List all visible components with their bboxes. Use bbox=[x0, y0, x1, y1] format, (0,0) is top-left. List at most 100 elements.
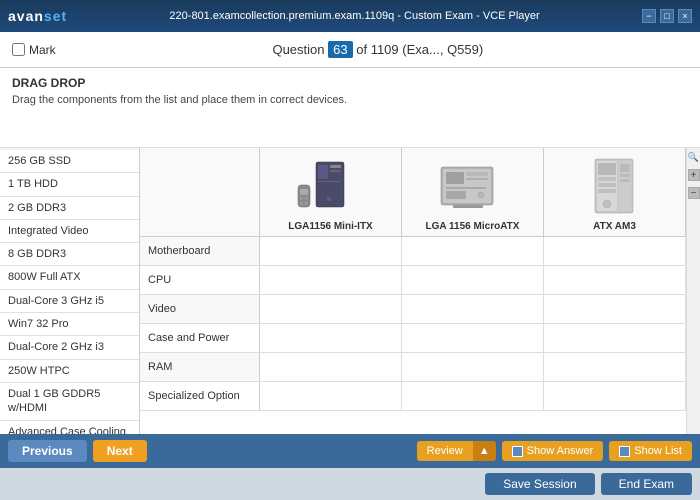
bottom-nav-bar: Previous Next Review ▲ Show Answer Show … bbox=[0, 434, 700, 468]
grid-container: LGA1156 Mini-ITX bbox=[140, 148, 686, 434]
pc-column-atx-am3: ATX AM3 bbox=[544, 148, 686, 236]
component-item[interactable]: 2 GB DDR3 bbox=[0, 197, 139, 220]
end-exam-button[interactable]: End Exam bbox=[601, 473, 692, 495]
component-item[interactable]: 250W HTPC bbox=[0, 360, 139, 383]
component-item[interactable]: 256 GB SSD bbox=[0, 150, 139, 173]
cell-case-micro-atx[interactable] bbox=[402, 324, 544, 352]
grid-row-motherboard: Motherboard bbox=[140, 237, 686, 266]
window-title: 220-801.examcollection.premium.exam.1109… bbox=[67, 10, 642, 22]
cell-case-atx-am3[interactable] bbox=[544, 324, 686, 352]
cell-cpu-mini-itx[interactable] bbox=[260, 266, 402, 294]
row-label-ram: RAM bbox=[140, 353, 260, 381]
window-controls[interactable]: − □ × bbox=[642, 9, 692, 23]
mark-checkbox[interactable] bbox=[12, 43, 25, 56]
save-session-button[interactable]: Save Session bbox=[485, 473, 594, 495]
show-answer-label: Show Answer bbox=[527, 445, 594, 457]
title-bar: avanset 220-801.examcollection.premium.e… bbox=[0, 0, 700, 32]
row-label-specialized: Specialized Option bbox=[140, 382, 260, 410]
component-item[interactable]: Integrated Video bbox=[0, 220, 139, 243]
cell-ram-atx-am3[interactable] bbox=[544, 353, 686, 381]
pc-image-mini-itx bbox=[296, 152, 366, 217]
component-item[interactable]: 800W Full ATX bbox=[0, 266, 139, 289]
grid-row-case-power: Case and Power bbox=[140, 324, 686, 353]
grid-row-cpu: CPU bbox=[140, 266, 686, 295]
answer-checkbox-icon bbox=[512, 446, 523, 457]
pc-name-mini-itx: LGA1156 Mini-ITX bbox=[288, 221, 372, 232]
question-instruction: Drag the components from the list and pl… bbox=[12, 94, 688, 106]
footer-bar: Save Session End Exam bbox=[0, 468, 700, 500]
question-number: 63 bbox=[328, 41, 352, 58]
row-label-cpu: CPU bbox=[140, 266, 260, 294]
pc-headers-row: LGA1156 Mini-ITX bbox=[140, 148, 686, 237]
cell-video-micro-atx[interactable] bbox=[402, 295, 544, 323]
question-total: of 1109 bbox=[356, 42, 398, 57]
pc-column-micro-atx: LGA 1156 MicroATX bbox=[402, 148, 544, 236]
pc-image-atx-am3 bbox=[580, 152, 650, 217]
logo-text: avan bbox=[8, 8, 44, 24]
mark-label: Mark bbox=[29, 43, 56, 57]
grid-row-ram: RAM bbox=[140, 353, 686, 382]
show-answer-group: Show Answer bbox=[502, 441, 604, 461]
question-extra: (Exa..., Q559) bbox=[402, 42, 483, 57]
row-label-case-power: Case and Power bbox=[140, 324, 260, 352]
component-item[interactable]: Win7 32 Pro bbox=[0, 313, 139, 336]
question-panel: DRAG DROP Drag the components from the l… bbox=[0, 68, 700, 434]
question-label: Question bbox=[272, 42, 324, 57]
show-answer-button[interactable]: Show Answer bbox=[502, 441, 604, 461]
previous-button[interactable]: Previous bbox=[8, 440, 87, 462]
empty-header bbox=[140, 148, 260, 236]
search-icon[interactable]: 🔍 bbox=[688, 152, 699, 163]
review-button[interactable]: Review bbox=[417, 441, 473, 461]
content-area: DRAG DROP Drag the components from the l… bbox=[0, 68, 700, 434]
components-list: 256 GB SSD 1 TB HDD 2 GB DDR3 Integrated… bbox=[0, 148, 140, 434]
cell-cpu-atx-am3[interactable] bbox=[544, 266, 686, 294]
component-item[interactable]: Dual-Core 2 GHz i3 bbox=[0, 336, 139, 359]
row-label-motherboard: Motherboard bbox=[140, 237, 260, 265]
list-checkbox-icon bbox=[619, 446, 630, 457]
component-item[interactable]: 8 GB DDR3 bbox=[0, 243, 139, 266]
mark-section[interactable]: Mark bbox=[12, 43, 56, 57]
cell-specialized-mini-itx[interactable] bbox=[260, 382, 402, 410]
question-header: Mark Question 63 of 1109 (Exa..., Q559) bbox=[0, 32, 700, 68]
component-item[interactable]: Dual 1 GB GDDR5 w/HDMI bbox=[0, 383, 139, 421]
main-container: Mark Question 63 of 1109 (Exa..., Q559) … bbox=[0, 32, 700, 500]
component-item[interactable]: 1 TB HDD bbox=[0, 173, 139, 196]
cell-motherboard-micro-atx[interactable] bbox=[402, 237, 544, 265]
review-dropdown-button[interactable]: ▲ bbox=[473, 441, 496, 461]
cell-specialized-micro-atx[interactable] bbox=[402, 382, 544, 410]
review-button-group: Review ▲ bbox=[417, 441, 496, 461]
right-panel-icons: 🔍 + − bbox=[686, 148, 700, 434]
pc-image-micro-atx bbox=[433, 152, 513, 217]
close-button[interactable]: × bbox=[678, 9, 692, 23]
pc-column-mini-itx: LGA1156 Mini-ITX bbox=[260, 148, 402, 236]
question-info: Question 63 of 1109 (Exa..., Q559) bbox=[68, 42, 688, 57]
cell-specialized-atx-am3[interactable] bbox=[544, 382, 686, 410]
pc-name-atx-am3: ATX AM3 bbox=[593, 221, 636, 232]
cell-case-mini-itx[interactable] bbox=[260, 324, 402, 352]
component-item[interactable]: Dual-Core 3 GHz i5 bbox=[0, 290, 139, 313]
app-logo: avanset bbox=[8, 8, 67, 24]
minimize-button[interactable]: − bbox=[642, 9, 656, 23]
cell-motherboard-atx-am3[interactable] bbox=[544, 237, 686, 265]
cell-ram-micro-atx[interactable] bbox=[402, 353, 544, 381]
row-label-video: Video bbox=[140, 295, 260, 323]
question-type: DRAG DROP bbox=[12, 76, 688, 90]
cell-ram-mini-itx[interactable] bbox=[260, 353, 402, 381]
cell-motherboard-mini-itx[interactable] bbox=[260, 237, 402, 265]
zoom-in-button[interactable]: + bbox=[688, 169, 700, 181]
component-item-advanced-case-cooling[interactable]: Advanced Case Cooling bbox=[0, 421, 139, 434]
grid-row-specialized: Specialized Option bbox=[140, 382, 686, 411]
pc-name-micro-atx: LGA 1156 MicroATX bbox=[426, 221, 520, 232]
grid-row-video: Video bbox=[140, 295, 686, 324]
show-list-button[interactable]: Show List bbox=[609, 441, 692, 461]
drag-drop-area: 256 GB SSD 1 TB HDD 2 GB DDR3 Integrated… bbox=[0, 148, 700, 434]
zoom-out-button[interactable]: − bbox=[688, 187, 700, 199]
cell-video-atx-am3[interactable] bbox=[544, 295, 686, 323]
show-list-group: Show List bbox=[609, 441, 692, 461]
maximize-button[interactable]: □ bbox=[660, 9, 674, 23]
show-list-label: Show List bbox=[634, 445, 682, 457]
question-text-area: DRAG DROP Drag the components from the l… bbox=[0, 68, 700, 148]
cell-cpu-micro-atx[interactable] bbox=[402, 266, 544, 294]
next-button[interactable]: Next bbox=[93, 440, 147, 462]
cell-video-mini-itx[interactable] bbox=[260, 295, 402, 323]
